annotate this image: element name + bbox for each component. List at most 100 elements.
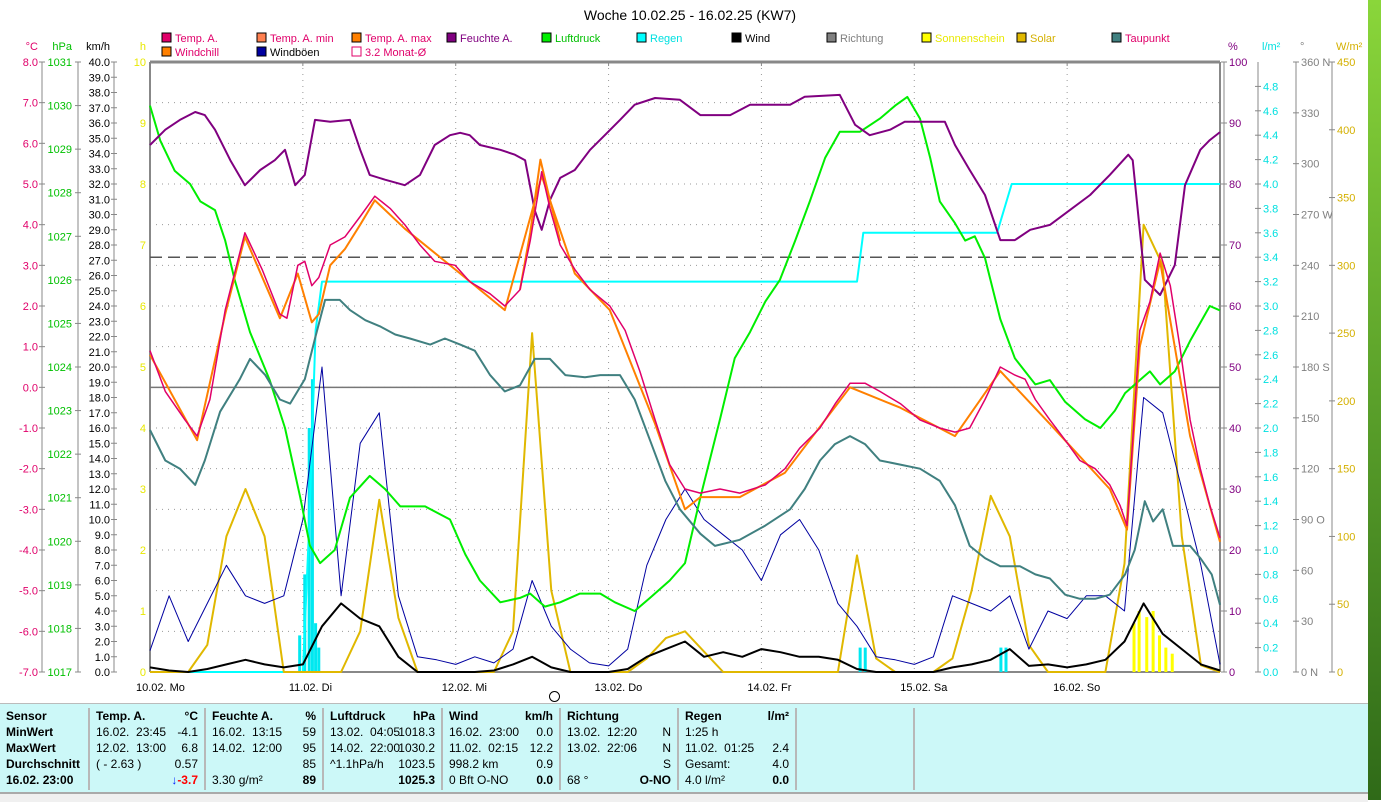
cursor-marker <box>549 691 560 702</box>
window-edge-stripe <box>1368 0 1381 800</box>
stats-label: 13.02. 22:06 <box>567 741 638 755</box>
stats-column: Temp. A. °C 16.02. 23:45 -4.1 12.02. 13:00 6.… <box>90 708 206 790</box>
pressure-axis-tick-label: 1029 <box>48 144 72 156</box>
humidity-axis-tick-label: 80 <box>1229 179 1241 191</box>
rain-axis-tick-label: 2.0 <box>1263 423 1278 435</box>
solar-axis-tick-label: 200 <box>1337 396 1355 408</box>
stats-value: 59 <box>302 725 316 739</box>
direction-axis-tick-label: 360 N <box>1301 57 1330 69</box>
stats-label: 3.30 g/m² <box>212 773 263 787</box>
stats-header: Wind km/h <box>449 708 553 724</box>
x-tick-label: 16.02. So <box>1053 682 1100 694</box>
wind-axis-tick-label: 2.0 <box>95 637 110 649</box>
legend-swatch <box>636 32 647 43</box>
bar-sonnenschein <box>1132 623 1136 672</box>
pressure-axis-tick-label: 1031 <box>48 57 72 69</box>
rain-axis-tick-label: 0.6 <box>1263 594 1278 606</box>
wind-axis-tick-label: 16.0 <box>89 423 110 435</box>
solar-axis-tick-label: 350 <box>1337 193 1355 205</box>
stats-row: 12.02. 13:00 6.8 <box>96 740 198 756</box>
stats-label: 16.02. 13:15 <box>212 725 283 739</box>
legend-item: Regen <box>636 32 682 45</box>
sun-axis-tick-label: 2 <box>140 545 146 557</box>
pressure-axis-tick-label: 1017 <box>48 667 72 679</box>
direction-axis-tick-label: 150 <box>1301 413 1319 425</box>
rain-axis-tick-label: 3.2 <box>1263 277 1278 289</box>
stats-row: 16.02. 23:00 <box>6 772 82 788</box>
solar-axis-tick-label: 150 <box>1337 464 1355 476</box>
stats-panel: Sensor MinWert MaxWert Durchschnitt 16.02. 2… <box>0 703 1368 793</box>
legend-swatch <box>351 46 362 57</box>
stats-label: 1:25 h <box>685 725 719 739</box>
wind-axis-tick-label: 21.0 <box>89 347 110 359</box>
wind-axis-tick-label: 28.0 <box>89 240 110 252</box>
legend-swatch <box>541 32 552 43</box>
wind-axis-tick-label: 27.0 <box>89 255 110 267</box>
stats-label: 998.2 km <box>449 757 499 771</box>
stats-label: MaxWert <box>6 741 56 755</box>
temp-axis-tick-label: 3.0 <box>23 260 38 272</box>
stats-value: 85 <box>302 757 316 771</box>
legend-item: Wind <box>731 32 770 45</box>
stats-value: 0.57 <box>174 757 198 771</box>
stats-value: 0.0 <box>772 773 789 787</box>
stats-row: S <box>567 756 671 772</box>
legend-label: Temp. A. <box>175 33 218 45</box>
legend-item: Temp. A. max <box>351 32 432 45</box>
legend-label: Windböen <box>270 47 320 59</box>
pressure-axis-tick-label: 1023 <box>48 406 72 418</box>
stats-label: 14.02. 12:00 <box>212 741 283 755</box>
stats-row: ↓-3.7 <box>96 772 198 788</box>
temp-axis-tick-label: 5.0 <box>23 179 38 191</box>
stats-label: 13.02. 12:20 <box>567 725 638 739</box>
solar-axis-tick-label: 300 <box>1337 260 1355 272</box>
stats-label: Feuchte A. <box>212 709 273 723</box>
wind-axis-tick-label: 12.0 <box>89 484 110 496</box>
rain-axis-tick-label: 2.8 <box>1263 325 1278 337</box>
sun-axis-tick-label: 3 <box>140 484 146 496</box>
legend-swatch <box>1111 32 1122 43</box>
stats-header: Regen l/m² <box>685 708 789 724</box>
legend-swatch <box>161 46 172 57</box>
sun-axis-tick-label: 1 <box>140 606 146 618</box>
rain-axis-tick-label: 1.0 <box>1263 545 1278 557</box>
chart-title: Woche 10.02.25 - 16.02.25 (KW7) <box>584 7 796 23</box>
stats-row: 0 Bft O-NO 0.0 <box>449 772 553 788</box>
pressure-axis-tick-label: 1021 <box>48 493 72 505</box>
wind-axis-tick-label: 5.0 <box>95 591 110 603</box>
direction-axis-unit: ° <box>1300 41 1304 53</box>
x-tick-label: 11.02. Di <box>289 682 332 694</box>
stats-empty-column <box>797 708 915 790</box>
humidity-axis-tick-label: 10 <box>1229 606 1241 618</box>
direction-axis-tick-label: 60 <box>1301 565 1313 577</box>
status-strip <box>0 792 1368 802</box>
stats-value: 1023.5 <box>398 757 435 771</box>
temp-axis-tick-label: -3.0 <box>19 504 38 516</box>
wind-axis-tick-label: 6.0 <box>95 576 110 588</box>
sun-axis-unit: h <box>140 41 146 53</box>
stats-header: Luftdruck hPa <box>330 708 435 724</box>
rain-axis-tick-label: 2.6 <box>1263 350 1278 362</box>
stats-value: 1018.3 <box>398 725 435 739</box>
wind-axis-unit: km/h <box>86 41 110 53</box>
stats-row: 1025.3 <box>330 772 435 788</box>
stats-row: 14.02. 22:00 1030.2 <box>330 740 435 756</box>
wind-axis-tick-label: 19.0 <box>89 377 110 389</box>
stats-row: ( - 2.63 ) 0.57 <box>96 756 198 772</box>
legend-label: Solar <box>1030 33 1056 45</box>
rain-axis-tick-label: 4.6 <box>1263 106 1278 118</box>
stats-row: 16.02. 23:00 0.0 <box>449 724 553 740</box>
legend-swatch <box>731 32 742 43</box>
rain-axis-tick-label: 4.2 <box>1263 155 1278 167</box>
wind-axis-tick-label: 36.0 <box>89 118 110 130</box>
temp-axis-tick-label: -1.0 <box>19 423 38 435</box>
stats-row: 998.2 km 0.9 <box>449 756 553 772</box>
humidity-axis-tick-label: 60 <box>1229 301 1241 313</box>
stats-value: 0.0 <box>536 773 553 787</box>
temp-axis-tick-label: -2.0 <box>19 464 38 476</box>
stats-label: Regen <box>685 709 722 723</box>
wind-axis-tick-label: 17.0 <box>89 408 110 420</box>
pressure-axis-tick-label: 1025 <box>48 318 72 330</box>
stats-label: 11.02. 01:25 <box>685 741 755 755</box>
rain-axis-unit: l/m² <box>1262 41 1281 53</box>
